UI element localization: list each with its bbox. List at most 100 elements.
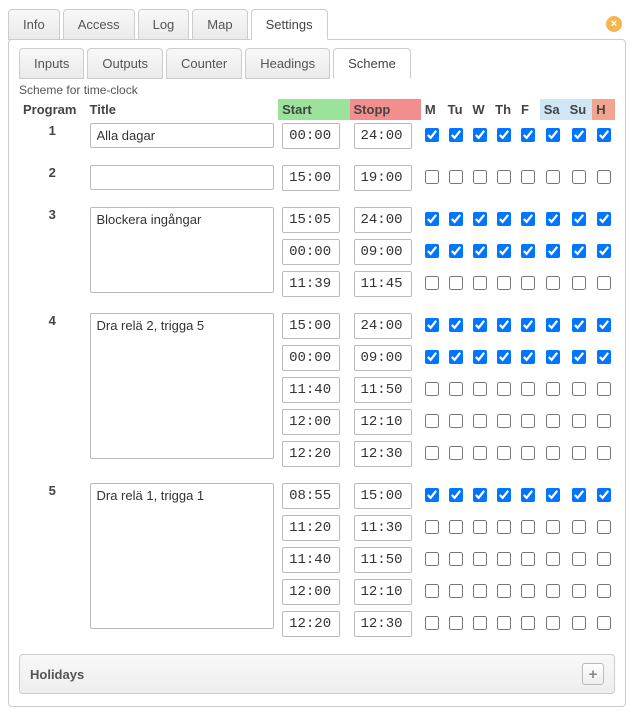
day-checkbox[interactable] <box>473 244 487 258</box>
tab-outputs[interactable]: Outputs <box>87 48 163 79</box>
day-checkbox[interactable] <box>521 170 535 184</box>
stopp-input[interactable] <box>354 123 412 149</box>
day-checkbox[interactable] <box>546 276 560 290</box>
day-checkbox[interactable] <box>572 212 586 226</box>
day-checkbox[interactable] <box>546 244 560 258</box>
day-checkbox[interactable] <box>497 552 511 566</box>
day-checkbox[interactable] <box>572 170 586 184</box>
stopp-input[interactable] <box>354 345 412 371</box>
day-checkbox[interactable] <box>546 488 560 502</box>
start-input[interactable] <box>282 611 340 637</box>
day-checkbox[interactable] <box>572 616 586 630</box>
program-title-input[interactable] <box>90 313 275 459</box>
day-checkbox[interactable] <box>597 446 611 460</box>
day-checkbox[interactable] <box>473 276 487 290</box>
day-checkbox[interactable] <box>521 318 535 332</box>
stopp-input[interactable] <box>354 239 412 265</box>
day-checkbox[interactable] <box>572 244 586 258</box>
add-holiday-button[interactable]: + <box>582 663 604 685</box>
program-title-input[interactable] <box>90 123 275 148</box>
day-checkbox[interactable] <box>449 520 463 534</box>
day-checkbox[interactable] <box>473 128 487 142</box>
day-checkbox[interactable] <box>473 382 487 396</box>
day-checkbox[interactable] <box>597 520 611 534</box>
day-checkbox[interactable] <box>497 212 511 226</box>
day-checkbox[interactable] <box>597 350 611 364</box>
stopp-input[interactable] <box>354 441 412 467</box>
start-input[interactable] <box>282 483 340 509</box>
program-title-input[interactable] <box>90 165 275 190</box>
day-checkbox[interactable] <box>521 584 535 598</box>
day-checkbox[interactable] <box>521 552 535 566</box>
day-checkbox[interactable] <box>521 212 535 226</box>
day-checkbox[interactable] <box>473 414 487 428</box>
day-checkbox[interactable] <box>497 520 511 534</box>
day-checkbox[interactable] <box>425 414 439 428</box>
day-checkbox[interactable] <box>546 128 560 142</box>
day-checkbox[interactable] <box>449 318 463 332</box>
day-checkbox[interactable] <box>546 552 560 566</box>
day-checkbox[interactable] <box>572 414 586 428</box>
day-checkbox[interactable] <box>597 616 611 630</box>
day-checkbox[interactable] <box>425 382 439 396</box>
day-checkbox[interactable] <box>449 584 463 598</box>
start-input[interactable] <box>282 207 340 233</box>
day-checkbox[interactable] <box>572 520 586 534</box>
day-checkbox[interactable] <box>597 128 611 142</box>
day-checkbox[interactable] <box>546 318 560 332</box>
day-checkbox[interactable] <box>449 446 463 460</box>
day-checkbox[interactable] <box>597 584 611 598</box>
day-checkbox[interactable] <box>425 128 439 142</box>
tab-settings[interactable]: Settings <box>251 9 328 40</box>
day-checkbox[interactable] <box>597 170 611 184</box>
stopp-input[interactable] <box>354 483 412 509</box>
day-checkbox[interactable] <box>546 350 560 364</box>
day-checkbox[interactable] <box>546 520 560 534</box>
day-checkbox[interactable] <box>546 446 560 460</box>
day-checkbox[interactable] <box>521 244 535 258</box>
day-checkbox[interactable] <box>521 520 535 534</box>
stopp-input[interactable] <box>354 313 412 339</box>
day-checkbox[interactable] <box>597 212 611 226</box>
day-checkbox[interactable] <box>497 488 511 502</box>
day-checkbox[interactable] <box>473 584 487 598</box>
day-checkbox[interactable] <box>449 414 463 428</box>
stopp-input[interactable] <box>354 611 412 637</box>
day-checkbox[interactable] <box>597 276 611 290</box>
start-input[interactable] <box>282 345 340 371</box>
day-checkbox[interactable] <box>546 382 560 396</box>
start-input[interactable] <box>282 239 340 265</box>
day-checkbox[interactable] <box>425 244 439 258</box>
day-checkbox[interactable] <box>597 414 611 428</box>
tab-headings[interactable]: Headings <box>245 48 330 79</box>
day-checkbox[interactable] <box>497 414 511 428</box>
program-title-input[interactable] <box>90 483 275 629</box>
day-checkbox[interactable] <box>597 244 611 258</box>
day-checkbox[interactable] <box>521 446 535 460</box>
day-checkbox[interactable] <box>473 488 487 502</box>
day-checkbox[interactable] <box>521 488 535 502</box>
day-checkbox[interactable] <box>449 244 463 258</box>
program-title-input[interactable] <box>90 207 275 293</box>
day-checkbox[interactable] <box>425 488 439 502</box>
day-checkbox[interactable] <box>497 382 511 396</box>
day-checkbox[interactable] <box>425 170 439 184</box>
tab-scheme[interactable]: Scheme <box>333 48 411 79</box>
tab-inputs[interactable]: Inputs <box>19 48 84 79</box>
day-checkbox[interactable] <box>473 318 487 332</box>
day-checkbox[interactable] <box>425 446 439 460</box>
day-checkbox[interactable] <box>497 584 511 598</box>
stopp-input[interactable] <box>354 165 412 191</box>
day-checkbox[interactable] <box>546 170 560 184</box>
day-checkbox[interactable] <box>572 552 586 566</box>
day-checkbox[interactable] <box>497 244 511 258</box>
tab-map[interactable]: Map <box>192 9 247 40</box>
day-checkbox[interactable] <box>497 128 511 142</box>
day-checkbox[interactable] <box>546 414 560 428</box>
start-input[interactable] <box>282 547 340 573</box>
day-checkbox[interactable] <box>449 170 463 184</box>
stopp-input[interactable] <box>354 409 412 435</box>
day-checkbox[interactable] <box>572 318 586 332</box>
day-checkbox[interactable] <box>473 446 487 460</box>
start-input[interactable] <box>282 515 340 541</box>
